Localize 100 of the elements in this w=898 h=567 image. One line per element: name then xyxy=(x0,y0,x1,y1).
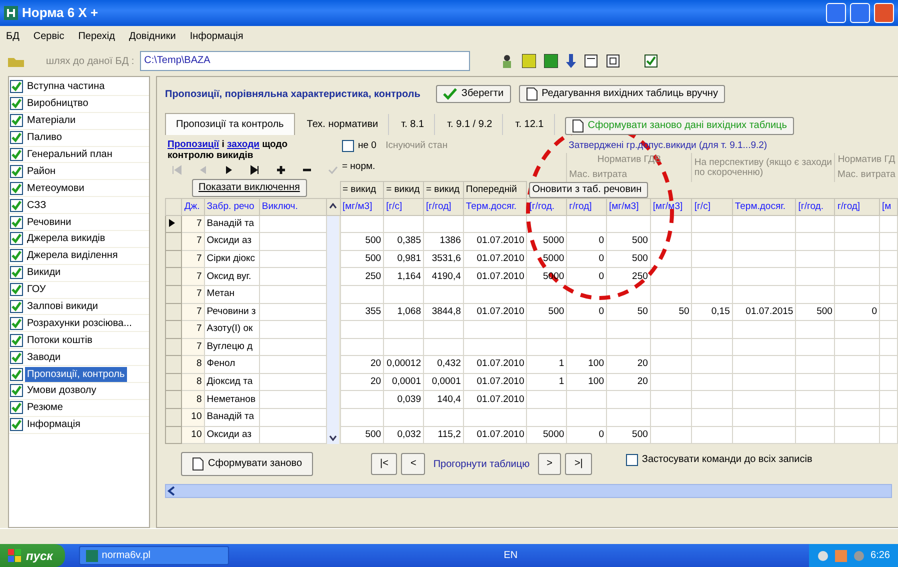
sidebar-item[interactable]: Розрахунки розсіюва... xyxy=(25,316,134,331)
taskbar-button[interactable]: norma6v.pl xyxy=(78,546,229,565)
save-button[interactable]: Зберегти xyxy=(436,85,511,103)
table-cell: 20 xyxy=(370,358,382,370)
window-title: Норма 6 Х + xyxy=(22,4,98,22)
sidebar-item[interactable]: ГОУ xyxy=(25,282,48,298)
table-cell: 8 xyxy=(196,394,202,405)
checkbox[interactable] xyxy=(10,232,23,246)
next-page-button[interactable]: > xyxy=(538,453,562,476)
table-cell: 1 xyxy=(558,376,564,387)
checkbox[interactable] xyxy=(10,418,23,432)
checkbox[interactable] xyxy=(10,249,23,262)
vertical-scrollbar[interactable] xyxy=(327,216,340,444)
menu-item[interactable]: Довідники xyxy=(128,28,176,44)
menu-item[interactable]: Сервіс xyxy=(33,28,64,44)
last-icon[interactable] xyxy=(250,165,260,175)
sidebar-item[interactable]: Потоки коштів xyxy=(25,332,94,348)
table-cell: 50 xyxy=(678,306,690,317)
minimize-button[interactable] xyxy=(826,3,846,23)
nonzero-label: не 0 xyxy=(358,139,376,153)
sidebar-item[interactable]: Заводи xyxy=(25,350,63,365)
first-page-button[interactable]: |< xyxy=(371,453,398,476)
emission-label: = викид xyxy=(386,184,420,195)
checkbox[interactable] xyxy=(10,334,23,347)
menu-item[interactable]: Інформація xyxy=(190,28,244,44)
sidebar-item[interactable]: Район xyxy=(25,164,58,179)
arrow-down-icon[interactable] xyxy=(566,54,576,68)
regenerate-button[interactable]: Сформувати заново xyxy=(181,452,314,476)
sidebar-item[interactable]: Інформація xyxy=(25,417,82,432)
link[interactable]: Пропозиції xyxy=(168,139,220,150)
tab[interactable]: Пропозиції та контроль xyxy=(165,113,295,135)
sidebar-item[interactable]: Виробництво xyxy=(25,96,90,112)
sidebar-item[interactable]: Джерела виділення xyxy=(25,248,120,264)
previous-page-button[interactable]: < xyxy=(401,453,426,476)
tab[interactable]: т. 8.1 xyxy=(391,114,436,135)
checkbox[interactable] xyxy=(10,198,23,212)
menu-item[interactable]: БД xyxy=(6,28,20,44)
last-page-button[interactable]: >| xyxy=(565,453,592,476)
table-cell: 115,2 xyxy=(438,428,461,440)
table-cell: 0 xyxy=(598,253,604,264)
horizontal-scrollbar[interactable] xyxy=(165,484,892,498)
check-icon[interactable] xyxy=(328,165,338,175)
sidebar-item[interactable]: Пропозиції, контроль xyxy=(25,366,127,382)
previous-label: Попередній xyxy=(466,184,517,195)
scroll-up-icon[interactable] xyxy=(329,203,338,210)
add-icon[interactable] xyxy=(276,165,286,175)
checkbox[interactable] xyxy=(10,114,23,128)
checkbox[interactable] xyxy=(10,182,23,195)
sidebar-item[interactable]: Речовини xyxy=(25,214,74,230)
language-indicator[interactable]: EN xyxy=(504,548,518,563)
checkbox[interactable] xyxy=(10,80,23,94)
path-field[interactable]: C:\Temp\BAZA xyxy=(140,51,470,71)
tray-icon[interactable] xyxy=(816,550,829,562)
checkbox[interactable] xyxy=(10,216,23,229)
table-cell: 250 xyxy=(365,270,382,282)
edit-tables-button[interactable]: Редагування вихідних таблиць вручну xyxy=(518,85,725,103)
link[interactable]: заходи xyxy=(227,139,260,150)
scroll-down-icon[interactable] xyxy=(329,434,338,441)
sidebar-item[interactable]: Залпові викиди xyxy=(25,299,100,314)
checkbox[interactable] xyxy=(10,131,23,144)
row-selector[interactable] xyxy=(166,215,182,233)
tab[interactable]: т. 12.1 xyxy=(505,114,555,135)
table-cell: 0 xyxy=(598,428,604,440)
checkbox[interactable] xyxy=(10,283,23,296)
checkbox[interactable] xyxy=(10,97,23,110)
sidebar-item[interactable]: Паливо xyxy=(25,130,64,146)
checkbox[interactable] xyxy=(10,148,23,161)
sidebar-item[interactable]: Генеральний план xyxy=(25,147,114,162)
start-button[interactable]: пуск xyxy=(0,544,65,567)
checkbox[interactable] xyxy=(10,316,23,330)
table-cell: 0,0001 xyxy=(392,376,421,387)
checkbox-icon[interactable] xyxy=(644,54,658,68)
checkbox[interactable] xyxy=(10,300,23,314)
checkbox[interactable] xyxy=(10,368,23,381)
tab[interactable]: Тех. нормативи xyxy=(296,114,390,135)
checkbox[interactable] xyxy=(10,384,23,398)
table-cell: Метан xyxy=(206,288,235,300)
close-button[interactable] xyxy=(874,3,894,23)
apply-all-checkbox[interactable] xyxy=(626,454,638,466)
checkbox[interactable] xyxy=(10,401,23,414)
sidebar-item[interactable]: Умови дозволу xyxy=(25,383,98,398)
tab[interactable]: т. 9.1 / 9.2 xyxy=(437,114,504,135)
sidebar-item[interactable]: Викиди xyxy=(25,265,63,280)
checkbox[interactable] xyxy=(10,164,23,178)
checkbox[interactable] xyxy=(10,350,23,364)
sidebar-item[interactable]: СЗЗ xyxy=(25,198,48,213)
sidebar-item[interactable]: Резюме xyxy=(25,400,65,416)
nonzero-checkbox[interactable] xyxy=(342,140,354,152)
maximize-button[interactable] xyxy=(850,3,870,23)
table-cell: Діоксид та xyxy=(206,376,253,387)
checkbox[interactable] xyxy=(10,266,23,280)
menu-item[interactable]: Перехід xyxy=(78,28,115,44)
sidebar-item[interactable]: Вступна частина xyxy=(25,79,107,94)
sidebar-item[interactable]: Матеріали xyxy=(25,113,78,128)
update-button[interactable]: Оновити з таб. речовин xyxy=(529,182,648,198)
table-cell: 50 xyxy=(637,306,648,317)
sidebar-item[interactable]: Метеоумови xyxy=(25,180,86,196)
sidebar-item[interactable]: Джерела викидів xyxy=(25,231,108,246)
next-icon[interactable] xyxy=(224,165,234,175)
show-exclusions-button[interactable]: Показати виключення xyxy=(192,179,307,197)
